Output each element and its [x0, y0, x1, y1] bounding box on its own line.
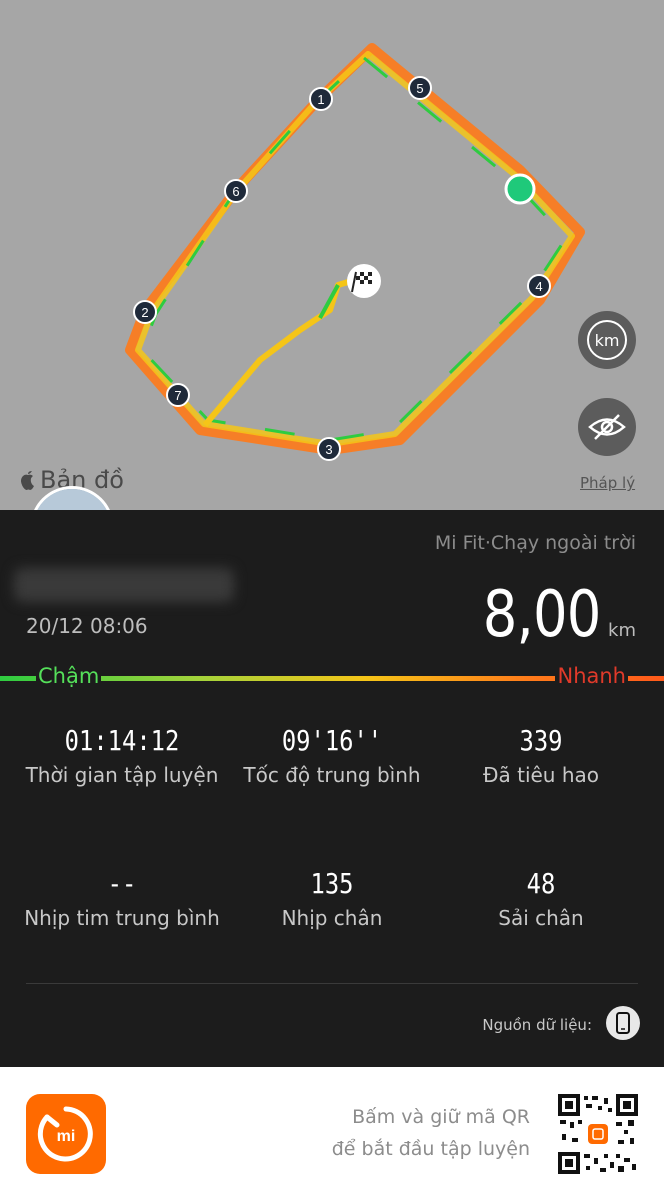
start-point-icon	[504, 173, 536, 205]
km-marker-4: 4	[527, 274, 551, 298]
apple-logo-icon	[21, 471, 34, 490]
stat-stride: 48 Sải chân	[431, 867, 651, 930]
mi-fit-logo-icon: mi	[37, 1106, 93, 1162]
distance-display: 8,00 km	[462, 578, 636, 652]
km-marker-6: 6	[224, 179, 248, 203]
stat-avg-pace: 09'16'' Tốc độ trung bình	[222, 724, 442, 787]
stat-value: 01:14:12	[64, 724, 180, 757]
qr-code[interactable]	[558, 1094, 638, 1174]
footer-share-card: mi Bấm và giữ mã QR để bắt đầu tập luyện	[0, 1067, 664, 1200]
speed-slow-label: Chậm	[36, 664, 102, 688]
km-button-label: km	[594, 330, 620, 350]
stat-label: Nhịp chân	[281, 906, 383, 930]
divider	[26, 983, 638, 984]
legal-link[interactable]: Pháp lý	[580, 474, 635, 492]
svg-text:7: 7	[174, 388, 181, 403]
stat-label: Đã tiêu hao	[482, 763, 599, 787]
stat-label: Sải chân	[498, 906, 584, 930]
svg-text:2: 2	[141, 305, 148, 320]
qr-instruction-line1: Bấm và giữ mã QR	[352, 1106, 530, 1128]
workout-source: Mi Fit·Chạy ngoài trời	[434, 532, 636, 554]
stat-value: 48	[526, 867, 556, 900]
stat-avg-heart-rate: -- Nhịp tim trung bình	[12, 867, 232, 930]
hide-route-button[interactable]	[578, 398, 636, 456]
stat-cadence: 135 Nhịp chân	[222, 867, 442, 930]
km-marker-3: 3	[317, 437, 341, 461]
svg-text:5: 5	[416, 81, 423, 96]
eye-slash-icon	[588, 414, 626, 440]
finish-flag-icon	[347, 264, 381, 298]
distance-value: 8,00	[482, 578, 601, 652]
stat-value: 09'16''	[281, 724, 383, 757]
distance-unit: km	[608, 620, 636, 641]
km-marker-5: 5	[408, 76, 432, 100]
stat-value: 135	[310, 867, 354, 900]
workout-datetime: 20/12 08:06	[26, 614, 148, 638]
km-marker-2: 2	[133, 300, 157, 324]
svg-text:6: 6	[232, 184, 239, 199]
svg-text:1: 1	[317, 92, 324, 107]
route-path: 1 2 3 4 5 6 7	[125, 43, 585, 461]
phone-icon	[616, 1012, 630, 1034]
stat-value: --	[107, 867, 137, 900]
km-toggle-button[interactable]: km	[578, 311, 636, 369]
stat-label: Thời gian tập luyện	[25, 763, 219, 787]
route-map[interactable]: 1 2 3 4 5 6 7 km Bản đồ Pháp lý	[0, 0, 664, 510]
svg-text:3: 3	[325, 442, 332, 457]
qr-instruction: Bấm và giữ mã QR để bắt đầu tập luyện	[332, 1101, 530, 1165]
svg-text:4: 4	[535, 279, 542, 294]
km-marker-7: 7	[166, 383, 190, 407]
data-source-device-button[interactable]	[606, 1006, 640, 1040]
data-source-label: Nguồn dữ liệu:	[482, 1016, 592, 1034]
qr-instruction-line2: để bắt đầu tập luyện	[331, 1138, 530, 1160]
workout-summary-panel: Mi Fit·Chạy ngoài trời 20/12 08:06 8,00 …	[0, 510, 664, 1067]
speed-fast-label: Nhanh	[555, 664, 628, 688]
svg-text:mi: mi	[57, 1128, 76, 1145]
stat-label: Tốc độ trung bình	[243, 763, 421, 787]
km-marker-1: 1	[309, 87, 333, 111]
stat-calories: 339 Đã tiêu hao	[431, 724, 651, 787]
stat-label: Nhịp tim trung bình	[24, 906, 220, 930]
stat-duration: 01:14:12 Thời gian tập luyện	[12, 724, 232, 787]
blurred-username	[14, 568, 234, 602]
stat-value: 339	[519, 724, 563, 757]
mi-fit-logo: mi	[26, 1094, 106, 1174]
